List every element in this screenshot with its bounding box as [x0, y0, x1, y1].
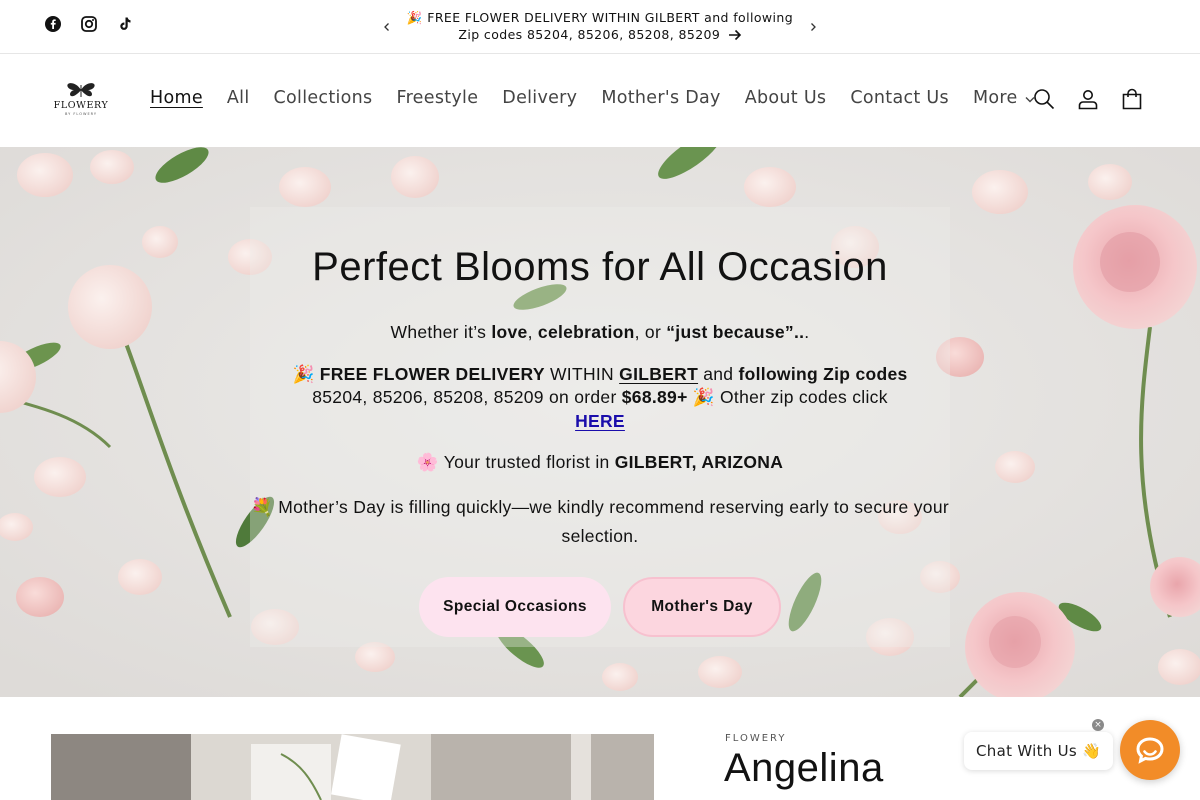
- tiktok-icon[interactable]: [116, 15, 134, 33]
- party-emoji-icon: 🎉: [292, 363, 320, 384]
- mothers-day-text: Mother’s Day is filling quickly—we kindl…: [278, 496, 949, 546]
- search-icon[interactable]: [1032, 87, 1056, 111]
- announcement-line-1: 🎉 FREE FLOWER DELIVERY WITHIN GILBERT an…: [406, 10, 794, 25]
- delivery-text: WITHIN: [544, 363, 620, 384]
- delivery-city: GILBERT: [619, 363, 699, 384]
- product-title: Angelina: [724, 746, 884, 790]
- nav-mothers-day[interactable]: Mother's Day: [601, 88, 720, 108]
- delivery-other-zips: 🎉 Other zip codes click: [687, 387, 888, 407]
- chat-prompt-bubble[interactable]: Chat With Us 👋: [964, 732, 1114, 770]
- hero-title: Perfect Blooms for All Occasion: [312, 245, 888, 289]
- logo-subtext: BY FLOWERY: [64, 112, 98, 116]
- delivery-min-order: $68.89+: [621, 387, 688, 407]
- main-nav: Home All Collections Freestyle Delivery …: [138, 88, 1047, 108]
- blossom-emoji-icon: 🌸: [416, 452, 444, 472]
- product-vendor: FLOWERY: [725, 733, 787, 744]
- logo-wordmark: FLOWERY: [53, 100, 109, 111]
- hero-tagline-text: Whether it’s: [390, 322, 492, 342]
- hero-tagline-love: love: [491, 322, 528, 342]
- hero-tagline: Whether it’s love, celebration, or “just…: [250, 321, 950, 345]
- nav-about-us[interactable]: About Us: [745, 88, 827, 108]
- other-zip-codes-link[interactable]: HERE: [575, 411, 625, 431]
- delivery-highlight: FREE FLOWER DELIVERY: [319, 363, 545, 384]
- hero-tagline-celebration: celebration: [537, 322, 635, 342]
- hero-mothers-day-note: 💐 Mother’s Day is filling quickly—we kin…: [250, 493, 950, 551]
- delivery-zip-label: following Zip codes: [738, 363, 908, 384]
- announcement-text[interactable]: 🎉 FREE FLOWER DELIVERY WITHIN GILBERT an…: [405, 9, 795, 45]
- announcement-prev-button[interactable]: [376, 16, 398, 38]
- chat-bubble-icon: [1136, 737, 1164, 764]
- delivery-text: and: [698, 363, 739, 384]
- hero-tagline-text: , or: [634, 322, 667, 342]
- hero-trusted-florist: 🌸 Your trusted florist in GILBERT, ARIZO…: [250, 451, 950, 475]
- cart-icon[interactable]: [1120, 87, 1144, 111]
- hero-banner: Perfect Blooms for All Occasion Whether …: [0, 147, 1200, 697]
- account-icon[interactable]: [1076, 87, 1100, 111]
- nav-home[interactable]: Home: [150, 88, 203, 108]
- trusted-location: GILBERT, ARIZONA: [614, 452, 784, 472]
- instagram-icon[interactable]: [80, 15, 98, 33]
- announcement-bar: 🎉 FREE FLOWER DELIVERY WITHIN GILBERT an…: [0, 0, 1200, 54]
- butterfly-icon: [67, 83, 95, 97]
- announcement-line-2: Zip codes 85204, 85206, 85208, 85209: [458, 27, 721, 42]
- special-occasions-button[interactable]: Special Occasions: [419, 576, 611, 637]
- arrow-right-icon: [728, 28, 742, 45]
- nav-more-label: More: [972, 88, 1018, 108]
- nav-all[interactable]: All: [227, 88, 250, 108]
- nav-delivery[interactable]: Delivery: [502, 88, 577, 108]
- mothers-day-button[interactable]: Mother's Day: [623, 576, 781, 637]
- bouquet-emoji-icon: 💐: [251, 496, 279, 517]
- logo[interactable]: FLOWERY BY FLOWERY: [52, 81, 110, 121]
- chat-close-button[interactable]: ×: [1092, 719, 1104, 731]
- nav-collections[interactable]: Collections: [274, 88, 373, 108]
- social-links: [44, 15, 134, 33]
- hero-tagline-text: ,: [527, 322, 538, 342]
- hero-delivery-info: 🎉 FREE FLOWER DELIVERY WITHIN GILBERT an…: [250, 363, 950, 434]
- chat-launcher-button[interactable]: [1120, 720, 1180, 780]
- nav-more[interactable]: More: [973, 88, 1035, 108]
- hero-content: Perfect Blooms for All Occasion Whether …: [250, 239, 950, 637]
- hero-tagline-text: .: [804, 322, 810, 342]
- delivery-zips: 85204, 85206, 85208, 85209 on order: [312, 387, 622, 407]
- hero-buttons: Special Occasions Mother's Day: [250, 576, 950, 637]
- announcement-next-button[interactable]: [802, 16, 824, 38]
- nav-freestyle[interactable]: Freestyle: [396, 88, 478, 108]
- header-icons: [1032, 87, 1144, 111]
- product-image[interactable]: [51, 734, 654, 800]
- trusted-text: Your trusted florist in: [443, 452, 615, 472]
- hero-tagline-just-because: “just because”..: [666, 322, 805, 342]
- facebook-icon[interactable]: [44, 15, 62, 33]
- nav-contact-us[interactable]: Contact Us: [850, 88, 949, 108]
- site-header: FLOWERY BY FLOWERY Home All Collections …: [0, 55, 1200, 147]
- product-photo: [51, 734, 654, 800]
